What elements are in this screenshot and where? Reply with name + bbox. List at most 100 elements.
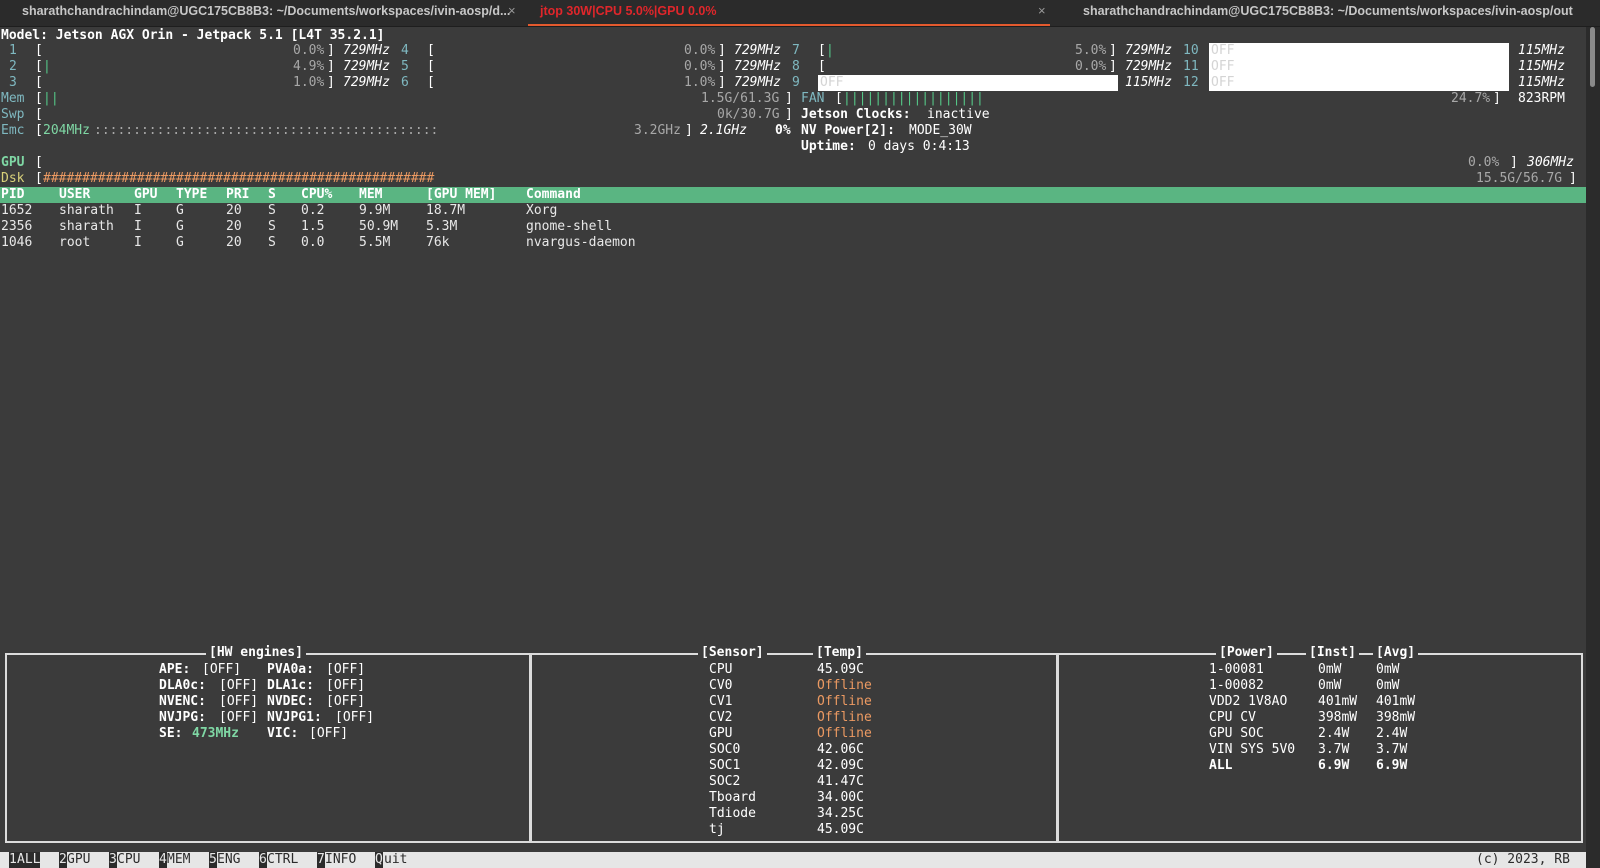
cpu-offline-bar: OFF (818, 75, 1118, 91)
col-cpu[interactable]: CPU% (301, 187, 332, 203)
close-tab-icon[interactable]: × (508, 0, 516, 22)
gpu-bar-open: [ (35, 155, 43, 170)
power-inst: 401mW (1318, 694, 1358, 709)
col-user[interactable]: USER (59, 187, 90, 203)
cpu-freq: 115MHz (1518, 75, 1565, 90)
menu-item-mem[interactable]: MEM (167, 852, 190, 868)
temp-title: [Temp] (813, 645, 866, 661)
gpu-freq: 306MHz (1527, 155, 1574, 170)
close-tab-icon[interactable]: × (1038, 0, 1046, 22)
fan-rpm: 823RPM (1518, 91, 1565, 106)
power-inst-total: 6.9W (1318, 758, 1350, 773)
mem-label: Mem (1, 91, 25, 106)
cell-gpu: I (134, 219, 142, 234)
cell-type: G (176, 203, 184, 218)
cpu-offline-bar: OFF (1209, 75, 1509, 91)
swp-bar-open: [ (35, 107, 43, 122)
table-row[interactable]: 1046 root I G 20 S 0.0 5.5M 76k nvargus-… (0, 235, 1586, 251)
cpu-bar-open: [ (427, 75, 435, 90)
menu-item-eng[interactable]: ENG (217, 852, 240, 868)
tab-terminal-3[interactable]: sharathchandrachindam@UGC175CB8B3: ~/Doc… (1083, 0, 1583, 26)
tab-jtop[interactable]: jtop 30W|CPU 5.0%|GPU 0.0% × (528, 0, 1050, 26)
col-pri[interactable]: PRI (226, 187, 249, 203)
sensor-temp: 41.47C (817, 774, 864, 789)
engine-label: VIC: (267, 726, 299, 741)
cell-user: sharath (59, 219, 114, 234)
engine-label: APE: (159, 662, 191, 677)
terminal-scrollbar[interactable] (1586, 27, 1600, 868)
mem-bar-close: ] (785, 91, 793, 106)
col-state[interactable]: S (268, 187, 276, 203)
gpu-pct: 0.0% (1468, 155, 1500, 170)
cpu-bar-close: ] (718, 75, 726, 90)
scrollbar-thumb[interactable] (1590, 27, 1595, 87)
cpu-bar-open: [ (427, 43, 435, 58)
cpu-usage-bar: | (826, 43, 834, 58)
uptime-value: 0 days 0:4:13 (868, 139, 970, 154)
menu-item-info[interactable]: INFO (325, 852, 356, 868)
model-line: Model: Jetson AGX Orin - Jetpack 5.1 [L4… (1, 28, 385, 43)
menu-key[interactable]: 2 (59, 852, 67, 868)
cpu-freq: 729MHz (734, 59, 781, 74)
engine-label: NVJPG1: (267, 710, 322, 725)
engine-value: [OFF] (335, 710, 375, 725)
cpu-offline-bar: OFF (1209, 43, 1509, 59)
terminal-tab-bar: sharathchandrachindam@UGC175CB8B3: ~/Doc… (0, 0, 1600, 27)
menu-key[interactable]: 1 (9, 852, 17, 868)
cell-mem: 50.9M (359, 219, 399, 234)
menu-key[interactable]: 5 (209, 852, 217, 868)
sensor-temp: 42.06C (817, 742, 864, 757)
col-command[interactable]: Command (526, 187, 581, 203)
swp-bar-close: ] (785, 107, 793, 122)
power-inst: 3.7W (1318, 742, 1350, 757)
sensor-temp: Offline (817, 694, 872, 709)
menu-key[interactable]: 7 (317, 852, 325, 868)
cell-user: root (59, 235, 91, 250)
sensor-name: Tdiode (709, 806, 756, 821)
cpu-bar-close: ] (718, 59, 726, 74)
menu-key[interactable]: 3 (109, 852, 117, 868)
menu-item-gpu[interactable]: GPU (67, 852, 90, 868)
cell-type: G (176, 219, 184, 234)
cpu-id: 7 (792, 43, 800, 58)
col-type[interactable]: TYPE (176, 187, 207, 203)
sensor-name: GPU (709, 726, 733, 741)
cell-user: sharath (59, 203, 114, 218)
col-gpu-mem[interactable]: [GPU MEM] (426, 187, 496, 203)
active-tab-indicator (528, 24, 1050, 26)
table-row[interactable]: 1652 sharath I G 20 S 0.2 9.9M 18.7M Xor… (0, 203, 1586, 219)
tab-terminal-1[interactable]: sharathchandrachindam@UGC175CB8B3: ~/Doc… (22, 0, 522, 26)
cpu-freq: 115MHz (1518, 59, 1565, 74)
menu-key[interactable]: 4 (159, 852, 167, 868)
sensor-temp: 34.25C (817, 806, 864, 821)
menu-key[interactable]: 6 (259, 852, 267, 868)
cpu-freq: 729MHz (343, 75, 390, 90)
power-avg: 0mW (1376, 662, 1400, 677)
menu-key[interactable]: Q (375, 852, 383, 868)
engine-label: NVDEC: (267, 694, 314, 709)
menu-item-quit[interactable]: uit (384, 852, 407, 868)
power-avg: 401mW (1376, 694, 1416, 709)
emc-bar-close: ] (685, 123, 693, 138)
avg-title: [Avg] (1373, 645, 1419, 661)
power-rail: VIN SYS 5V0 (1209, 742, 1296, 757)
sensor-temp: 45.09C (817, 662, 864, 677)
cpu-bar-open: [ (427, 59, 435, 74)
table-row[interactable]: 2356 sharath I G 20 S 1.5 50.9M 5.3M gno… (0, 219, 1586, 235)
menu-item-ctrl[interactable]: CTRL (267, 852, 298, 868)
col-gpu[interactable]: GPU (134, 187, 157, 203)
cpu-id: 9 (792, 75, 800, 90)
col-mem[interactable]: MEM (359, 187, 382, 203)
menu-item-all[interactable]: ALL (17, 852, 41, 868)
cpu-pct: 0.0% (293, 43, 325, 58)
cpu-bar-open: [ (818, 43, 826, 58)
emc-pct: 0% (775, 123, 791, 138)
power-rail-total: ALL (1209, 758, 1233, 773)
cpu-bar-close: ] (327, 59, 335, 74)
col-pid[interactable]: PID (1, 187, 24, 203)
cell-pid: 2356 (1, 219, 33, 234)
cell-gpu: I (134, 235, 142, 250)
menu-item-cpu[interactable]: CPU (117, 852, 140, 868)
emc-cur-freq: 2.1GHz (700, 123, 747, 138)
power-inst: 2.4W (1318, 726, 1350, 741)
